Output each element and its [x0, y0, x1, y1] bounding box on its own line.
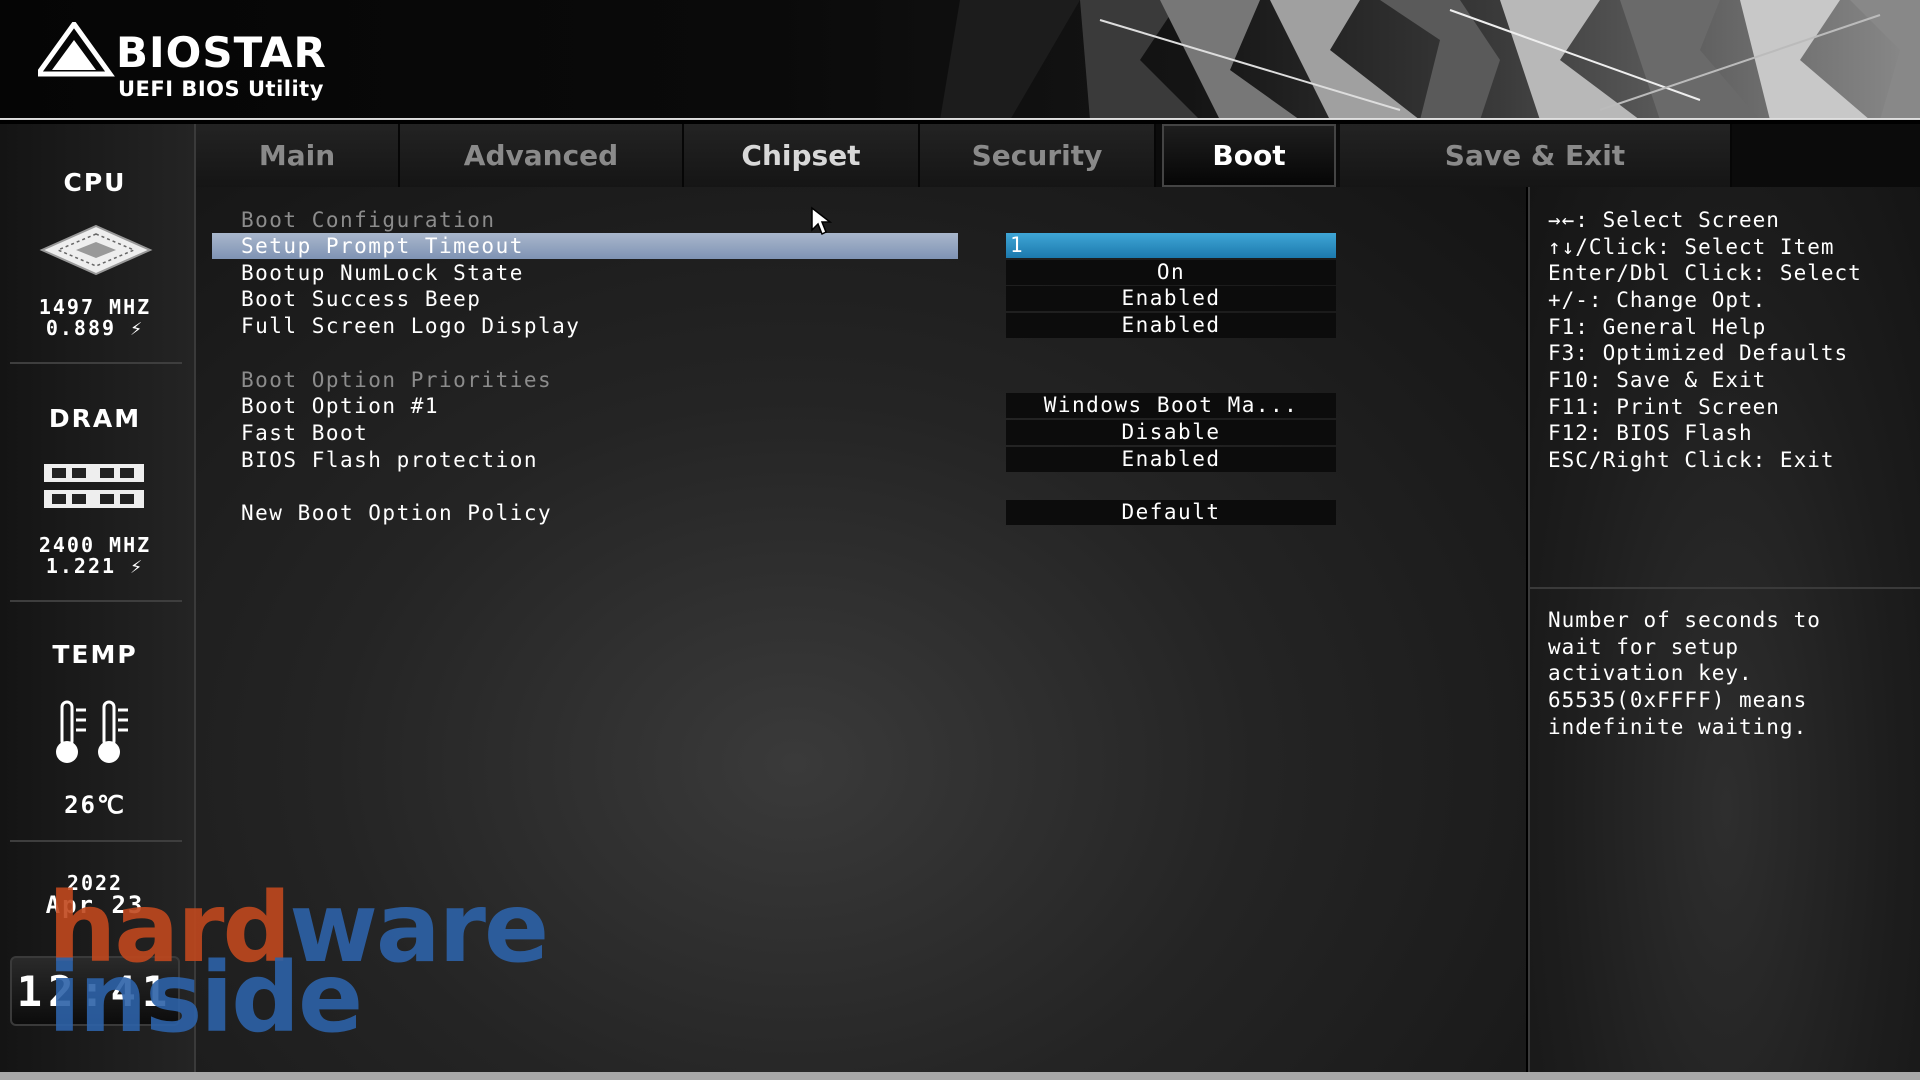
help-key-line: →←: Select Screen — [1548, 208, 1780, 232]
thermometer-icon — [56, 700, 128, 763]
help-key-line: F3: Optimized Defaults — [1548, 341, 1849, 365]
tab-chipset[interactable]: Chipset — [684, 124, 920, 187]
setting-bios-flash-protection[interactable]: BIOS Flash protection — [241, 447, 538, 473]
setting-fast-boot[interactable]: Fast Boot — [241, 420, 368, 446]
help-key-line: F1: General Help — [1548, 315, 1767, 339]
rail-divider — [10, 840, 182, 842]
dram-module-icon — [44, 464, 144, 508]
header-divider — [0, 118, 1920, 120]
tab-save-exit[interactable]: Save & Exit — [1340, 124, 1732, 187]
key-help-list: →←: Select Screen ↑↓/Click: Select Item … — [1530, 187, 1920, 587]
setting-boot-success-beep[interactable]: Boot Success Beep — [241, 286, 481, 312]
help-key-line: +/-: Change Opt. — [1548, 288, 1767, 312]
value-boot-option-1[interactable]: Windows Boot Ma... — [1006, 393, 1336, 418]
cpu-title: CPU — [63, 168, 127, 197]
help-key-line: Enter/Dbl Click: Select — [1548, 261, 1862, 285]
value-boot-success-beep[interactable]: Enabled — [1006, 286, 1336, 311]
value-bootup-numlock-state[interactable]: On — [1006, 260, 1336, 285]
item-description-line: wait for setup — [1548, 635, 1740, 659]
brand-subtitle: UEFI BIOS Utility — [118, 77, 324, 101]
dram-frequency: 2400 MHZ — [38, 533, 152, 557]
tab-advanced[interactable]: Advanced — [400, 124, 684, 187]
help-key-line: ESC/Right Click: Exit — [1548, 448, 1835, 472]
mouse-cursor-icon — [811, 206, 832, 236]
dram-title: DRAM — [48, 404, 142, 433]
setting-new-boot-option-policy[interactable]: New Boot Option Policy — [241, 500, 552, 526]
help-key-line: ↑↓/Click: Select Item — [1548, 235, 1835, 259]
value-bios-flash-protection[interactable]: Enabled — [1006, 447, 1336, 472]
item-description-line: indefinite waiting. — [1548, 715, 1808, 739]
item-description-line: activation key. — [1548, 661, 1753, 685]
cpu-voltage: 0.889 ⚡ — [45, 316, 145, 340]
help-divider — [1530, 587, 1920, 589]
setting-full-screen-logo-display[interactable]: Full Screen Logo Display — [241, 313, 580, 339]
cpu-frequency: 1497 MHZ — [38, 295, 152, 319]
cpu-chip-icon — [39, 224, 153, 276]
rail-divider — [10, 362, 182, 364]
item-description-line: 65535(0xFFFF) means — [1548, 688, 1808, 712]
value-full-screen-logo-display[interactable]: Enabled — [1006, 313, 1336, 338]
brand-name: BIOSTAR — [116, 28, 327, 77]
help-panel: →←: Select Screen ↑↓/Click: Select Item … — [1528, 187, 1920, 1074]
tab-main[interactable]: Main — [196, 124, 400, 187]
help-key-line: F12: BIOS Flash — [1548, 421, 1753, 445]
value-fast-boot[interactable]: Disable — [1006, 420, 1336, 445]
tab-boot[interactable]: Boot — [1162, 124, 1336, 187]
dram-voltage: 1.221 ⚡ — [45, 554, 145, 578]
temp-title: TEMP — [52, 640, 138, 669]
rail-divider — [10, 600, 182, 602]
help-key-line: F10: Save & Exit — [1548, 368, 1767, 392]
setting-bootup-numlock-state[interactable]: Bootup NumLock State — [241, 260, 524, 286]
tab-bar: Main Advanced Chipset Security Boot Save… — [196, 124, 1920, 187]
value-setup-prompt-timeout[interactable]: 1 — [1006, 233, 1336, 258]
setting-setup-prompt-timeout[interactable]: Setup Prompt Timeout — [241, 233, 524, 259]
help-key-line: F11: Print Screen — [1548, 395, 1780, 419]
watermark-inside: inside — [48, 942, 363, 1054]
header-banner: BIOSTAR UEFI BIOS Utility — [0, 0, 1920, 120]
temperature-value: 26℃ — [64, 791, 126, 819]
item-description-line: Number of seconds to — [1548, 608, 1821, 632]
value-new-boot-option-policy[interactable]: Default — [1006, 500, 1336, 525]
setting-boot-option-1[interactable]: Boot Option #1 — [241, 393, 439, 419]
bottom-bar — [0, 1072, 1920, 1080]
biostar-triangle-icon — [38, 22, 115, 77]
section-boot-option-priorities: Boot Option Priorities — [241, 368, 553, 392]
section-boot-configuration: Boot Configuration — [241, 208, 496, 232]
tab-security[interactable]: Security — [920, 124, 1156, 187]
